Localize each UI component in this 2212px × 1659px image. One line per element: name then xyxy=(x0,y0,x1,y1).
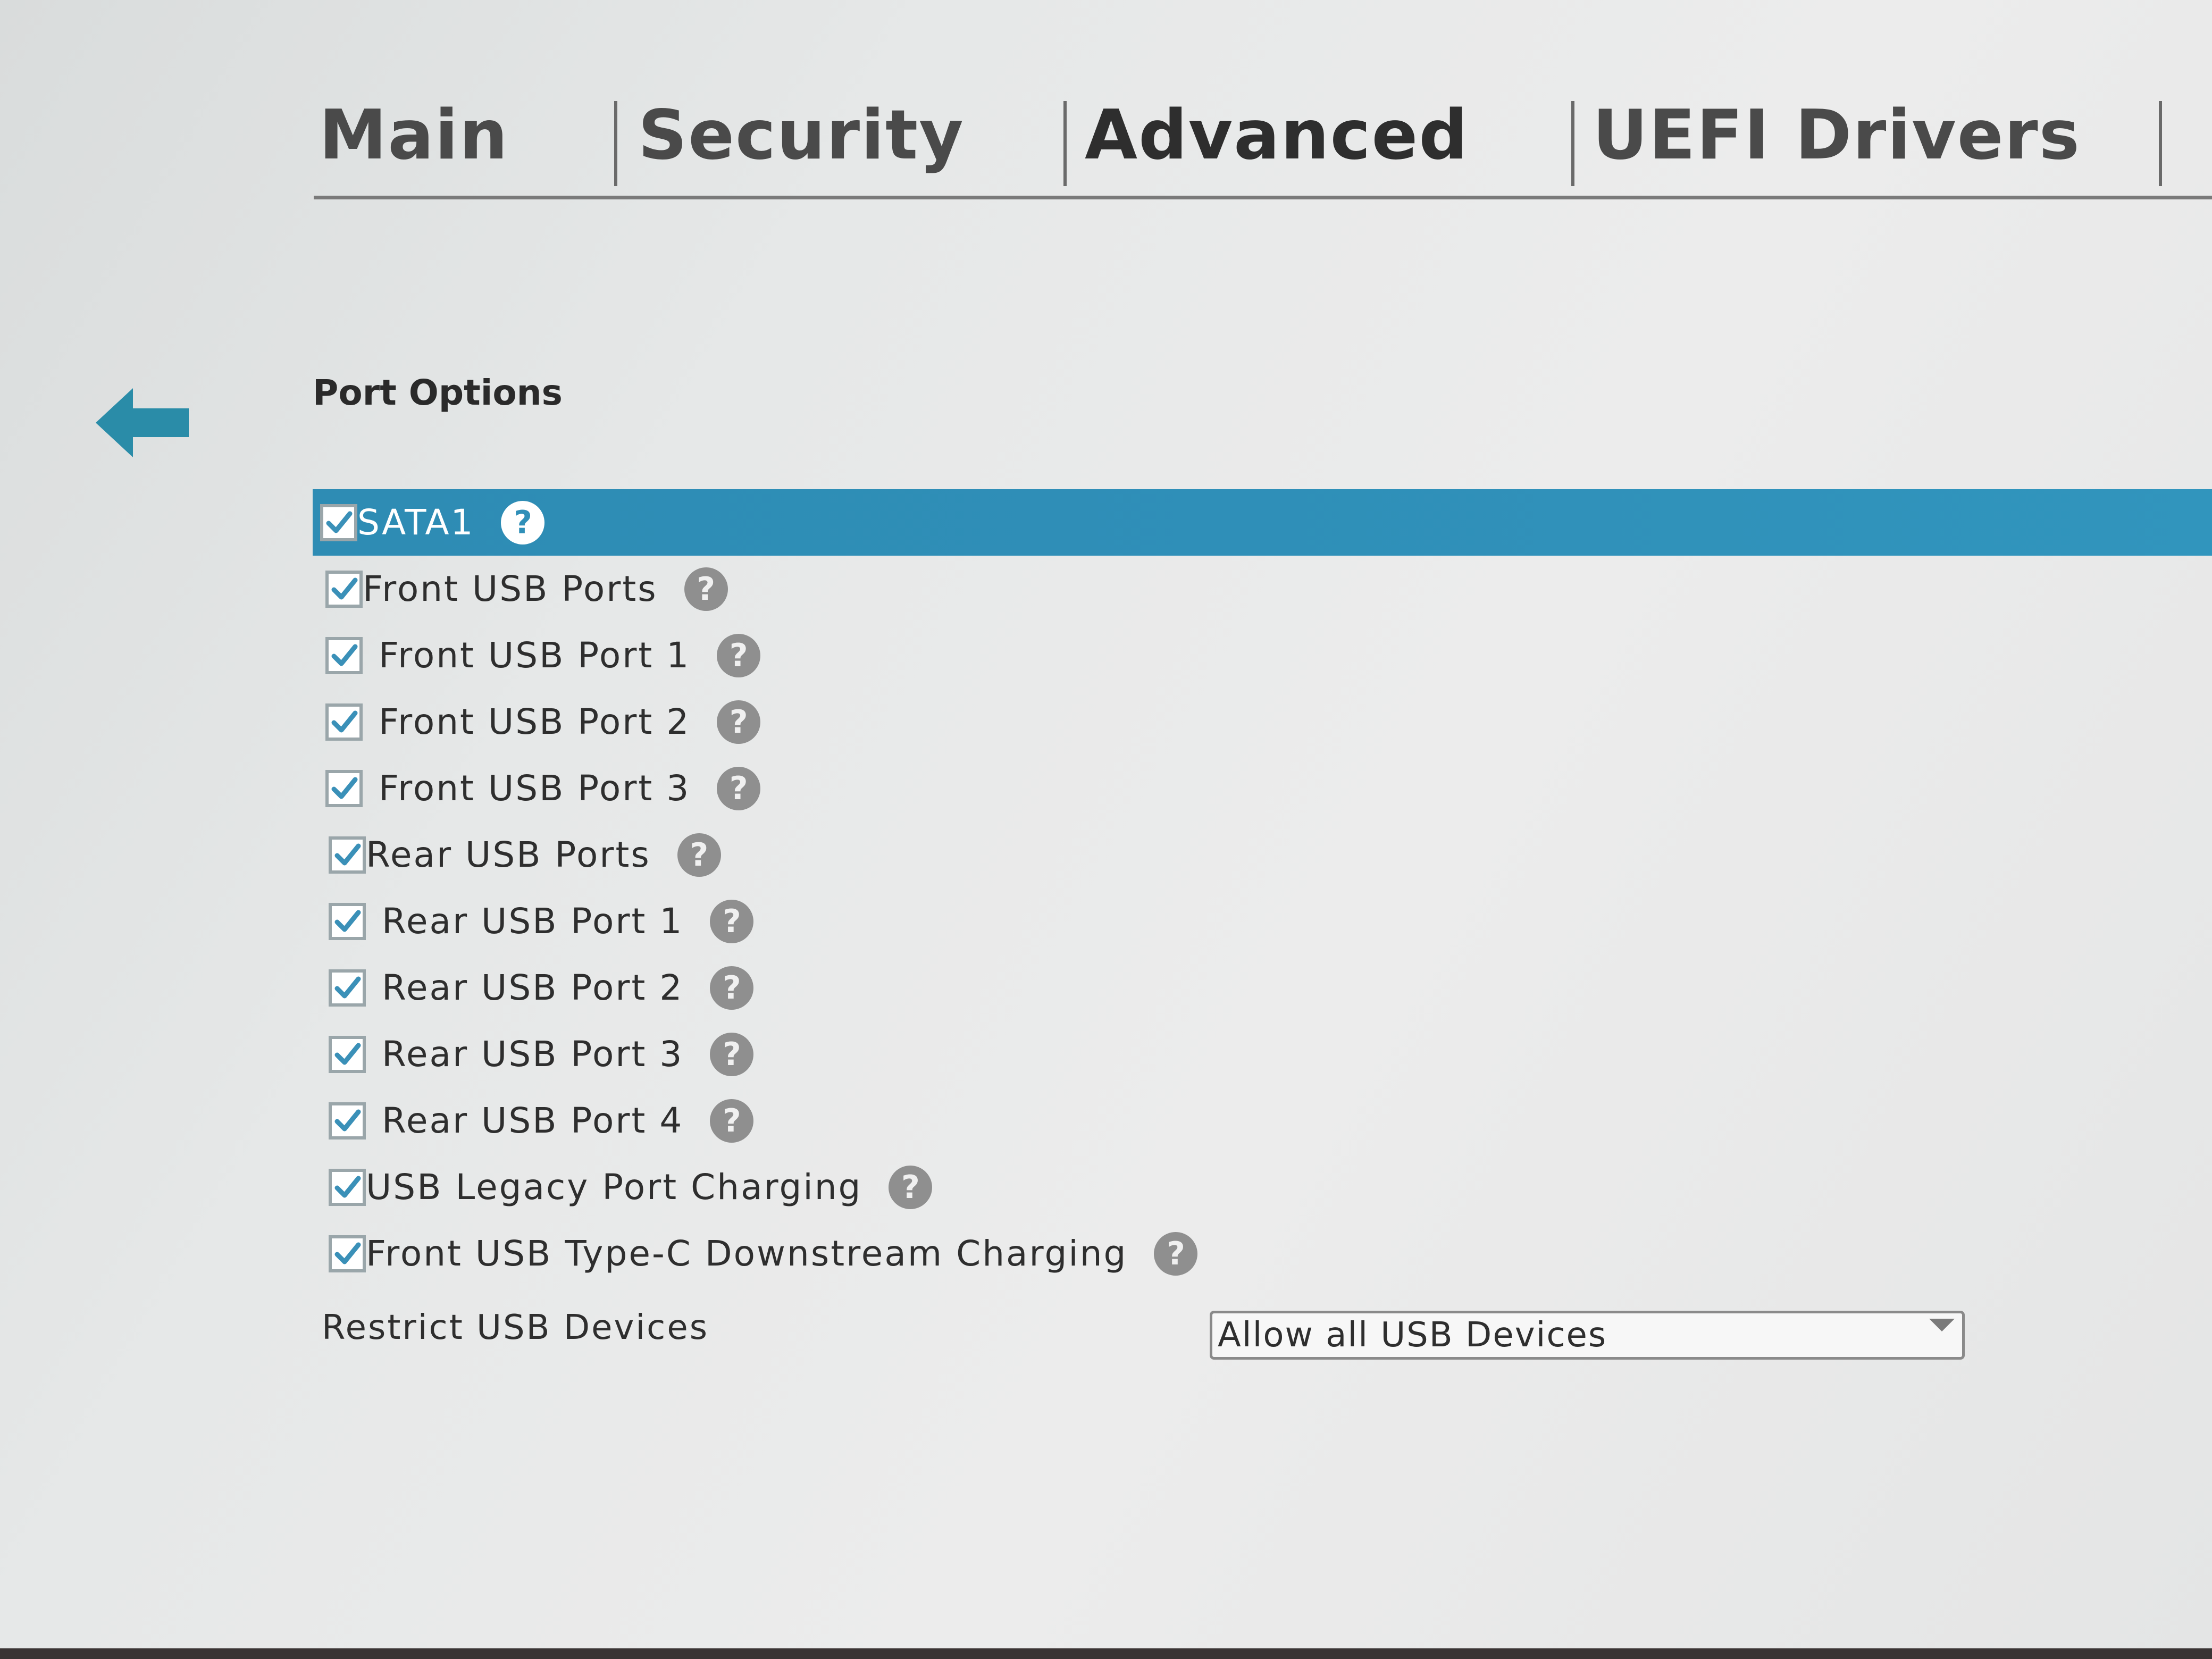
checkbox[interactable] xyxy=(329,902,366,940)
option-label: Rear USB Port 3 xyxy=(382,1034,684,1075)
option-label: SATA1 xyxy=(357,502,475,543)
help-icon[interactable]: ? xyxy=(684,567,728,611)
checkbox[interactable] xyxy=(329,969,366,1007)
help-icon[interactable]: ? xyxy=(717,700,761,744)
tab-main[interactable]: Main xyxy=(319,96,509,175)
back-arrow-icon[interactable] xyxy=(96,388,197,457)
checkbox[interactable] xyxy=(325,636,363,674)
checkmark-icon xyxy=(331,644,358,666)
help-icon[interactable]: ? xyxy=(710,1032,754,1076)
checkmark-icon xyxy=(334,1176,361,1197)
option-label: Front USB Port 3 xyxy=(379,768,691,809)
checkmark-icon xyxy=(334,910,361,932)
option-row[interactable]: SATA1? xyxy=(313,489,2212,556)
option-row[interactable]: USB Legacy Port Charging? xyxy=(329,1154,933,1220)
option-label: USB Legacy Port Charging xyxy=(366,1167,862,1208)
checkbox[interactable] xyxy=(329,1102,366,1139)
option-row[interactable]: Rear USB Ports? xyxy=(329,822,721,888)
checkmark-icon xyxy=(334,843,361,865)
checkmark-icon xyxy=(326,511,353,533)
option-label: Rear USB Port 4 xyxy=(382,1100,684,1141)
section-title: Port Options xyxy=(313,372,563,413)
checkbox[interactable] xyxy=(329,1235,366,1272)
help-icon[interactable]: ? xyxy=(710,1099,754,1143)
checkmark-icon xyxy=(334,1109,361,1131)
option-row[interactable]: Front USB Type-C Downstream Charging? xyxy=(329,1220,1198,1287)
restrict-usb-value: Allow all USB Devices xyxy=(1218,1316,1607,1355)
checkmark-icon xyxy=(331,777,358,799)
option-row[interactable]: Rear USB Port 1? xyxy=(329,888,754,954)
tab-divider xyxy=(1571,101,1574,186)
tab-divider xyxy=(614,101,617,186)
option-row[interactable]: Front USB Port 3? xyxy=(325,755,761,822)
option-label: Front USB Ports xyxy=(363,568,658,609)
checkmark-icon xyxy=(331,577,358,599)
checkbox[interactable] xyxy=(329,1035,366,1073)
restrict-usb-label: Restrict USB Devices xyxy=(322,1308,709,1347)
restrict-usb-select[interactable]: Allow all USB Devices xyxy=(1210,1311,1965,1360)
option-label: Rear USB Ports xyxy=(366,834,651,875)
option-row[interactable]: Front USB Port 2? xyxy=(325,689,761,755)
option-label: Front USB Port 1 xyxy=(379,635,691,676)
checkbox[interactable] xyxy=(320,504,357,541)
help-icon[interactable]: ? xyxy=(677,833,721,877)
option-label: Front USB Type-C Downstream Charging xyxy=(366,1233,1128,1274)
checkbox[interactable] xyxy=(325,570,363,608)
checkmark-icon xyxy=(334,1242,361,1264)
option-row[interactable]: Front USB Port 1? xyxy=(325,622,761,689)
bottom-bezel xyxy=(0,1648,2212,1659)
option-row[interactable]: Rear USB Port 2? xyxy=(329,954,754,1021)
help-icon[interactable]: ? xyxy=(1154,1231,1198,1276)
help-icon[interactable]: ? xyxy=(717,766,761,810)
checkbox[interactable] xyxy=(329,1168,366,1206)
option-label: Rear USB Port 2 xyxy=(382,967,684,1008)
checkmark-icon xyxy=(331,710,358,732)
chevron-down-icon xyxy=(1929,1319,1955,1331)
checkmark-icon xyxy=(334,976,361,998)
tab-uefi-drivers[interactable]: UEFI Drivers xyxy=(1593,96,2081,175)
checkbox[interactable] xyxy=(329,836,366,874)
checkbox[interactable] xyxy=(325,769,363,807)
tab-advanced[interactable]: Advanced xyxy=(1085,96,1469,175)
option-row[interactable]: Front USB Ports? xyxy=(325,556,728,622)
checkmark-icon xyxy=(334,1043,361,1065)
option-label: Rear USB Port 1 xyxy=(382,901,684,942)
tab-divider xyxy=(1063,101,1067,186)
option-label: Front USB Port 2 xyxy=(379,701,691,742)
help-icon[interactable]: ? xyxy=(710,899,754,943)
option-row[interactable]: Rear USB Port 4? xyxy=(329,1087,754,1154)
tab-security[interactable]: Security xyxy=(638,96,965,175)
tab-bar: Main Security Advanced UEFI Drivers xyxy=(314,90,2212,199)
help-icon[interactable]: ? xyxy=(710,966,754,1010)
tab-divider xyxy=(2159,101,2162,186)
option-row[interactable]: Rear USB Port 3? xyxy=(329,1021,754,1087)
help-icon[interactable]: ? xyxy=(717,633,761,677)
help-icon[interactable]: ? xyxy=(501,500,545,544)
help-icon[interactable]: ? xyxy=(889,1165,933,1209)
checkbox[interactable] xyxy=(325,703,363,741)
bios-screen: Main Security Advanced UEFI Drivers Port… xyxy=(0,0,2212,1659)
